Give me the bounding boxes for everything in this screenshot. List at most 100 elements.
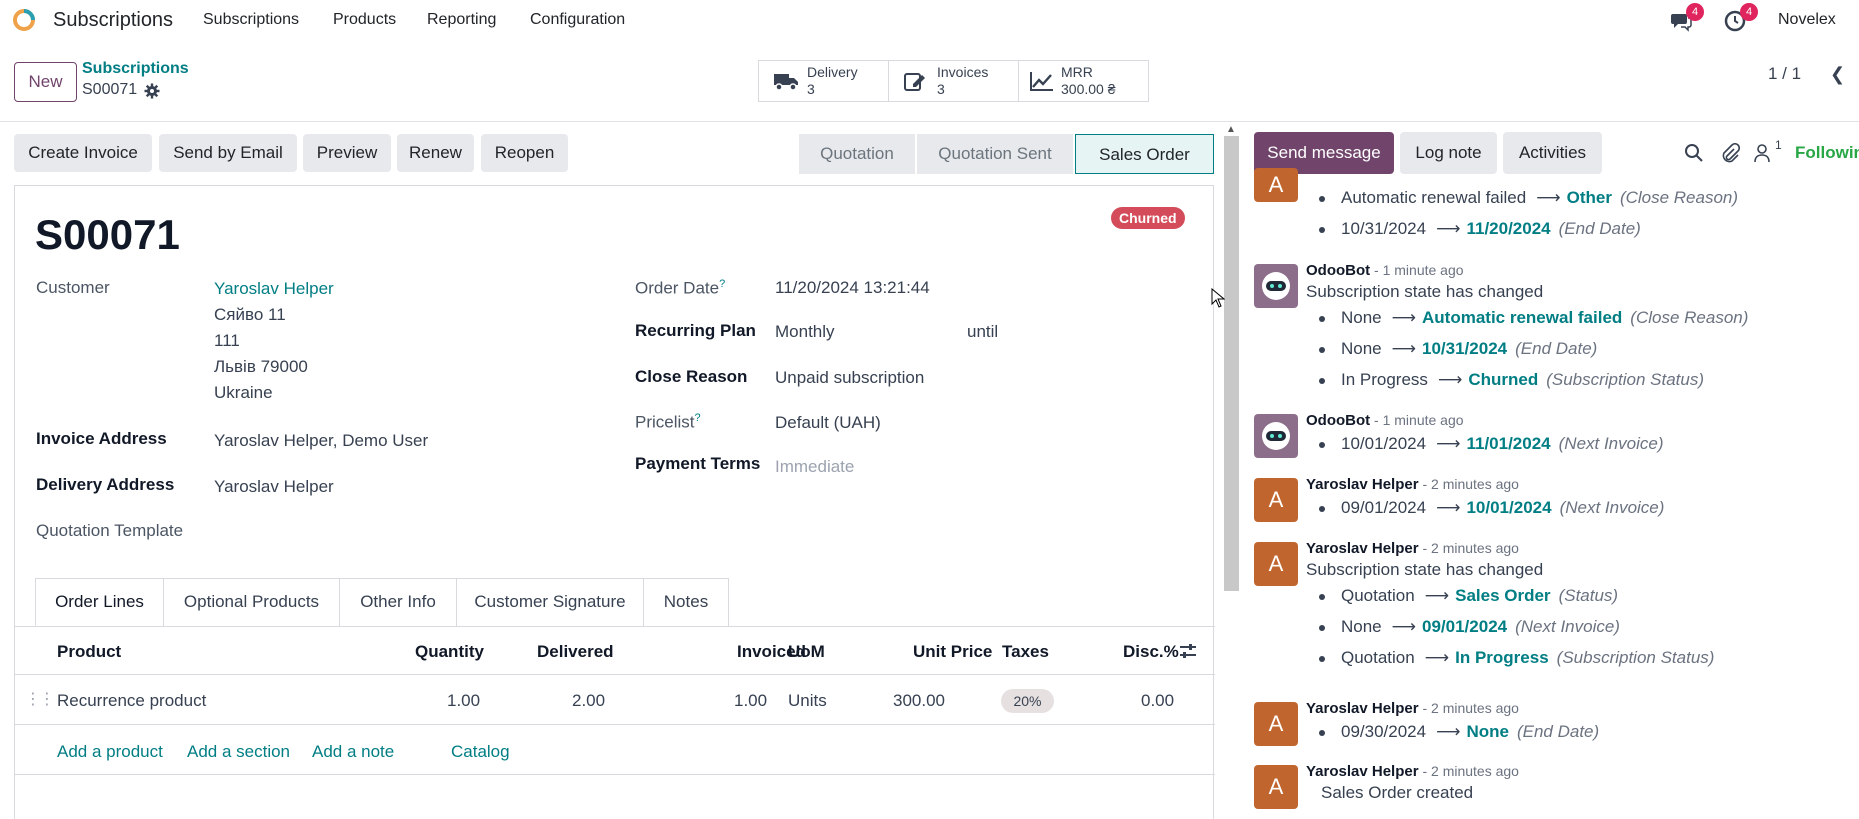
message-timestamp: - 2 minutes ago [1418, 476, 1519, 492]
menu-configuration[interactable]: Configuration [530, 11, 625, 29]
renew-button[interactable]: Renew [397, 134, 474, 172]
search-icon[interactable] [1684, 143, 1704, 163]
row-product[interactable]: Recurrence product [57, 691, 206, 711]
message-author[interactable]: Yaroslav Helper - 2 minutes ago [1306, 700, 1519, 717]
stage-quotation-sent[interactable]: Quotation Sent [917, 134, 1073, 174]
pager-value[interactable]: 1 / 1 [1768, 64, 1801, 84]
top-navbar: Subscriptions Subscriptions Products Rep… [0, 0, 1859, 42]
col-product[interactable]: Product [57, 642, 121, 662]
new-button[interactable]: New [14, 62, 77, 102]
catalog-link[interactable]: Catalog [451, 742, 510, 762]
following-toggle[interactable]: Following [1795, 143, 1859, 163]
pager-previous-icon[interactable]: ❮ [1830, 64, 1845, 85]
gear-icon[interactable] [144, 83, 160, 99]
user-avatar[interactable]: A [1254, 478, 1298, 522]
row-invoiced: 1.00 [734, 691, 768, 710]
tab-order-lines[interactable]: Order Lines [35, 578, 164, 626]
breadcrumb-current: S00071 [82, 81, 138, 98]
log-note-button[interactable]: Log note [1400, 132, 1497, 174]
tracking-change: None ⟶ Automatic renewal failed (Close Reas… [1319, 308, 1748, 328]
preview-button[interactable]: Preview [303, 134, 391, 172]
invoice-address-label: Invoice Address [36, 429, 167, 448]
delivery-smart-button[interactable]: Delivery 3 [758, 60, 889, 102]
col-taxes[interactable]: Taxes [1002, 642, 1049, 662]
pricelist-help-icon[interactable]: ? [695, 412, 701, 424]
app-name[interactable]: Subscriptions [53, 9, 173, 32]
invoice-address-field[interactable]: Yaroslav Helper, Demo User [214, 431, 428, 451]
row-quantity[interactable]: 1.00 [447, 691, 480, 711]
user-avatar[interactable]: A [1254, 542, 1298, 586]
mrr-smart-button[interactable]: MRR 300.00 ₴ [1018, 60, 1149, 102]
order-date-help-icon[interactable]: ? [719, 278, 725, 290]
recurring-plan-field[interactable]: Monthly [775, 322, 835, 342]
row-delivered[interactable]: 2.00 [572, 691, 605, 711]
activities-button[interactable]: Activities [1503, 132, 1602, 174]
tracking-change: None ⟶ 10/31/2024 (End Date) [1319, 339, 1597, 359]
add-section-link[interactable]: Add a section [187, 742, 290, 762]
message-author[interactable]: Yaroslav Helper - 2 minutes ago [1306, 476, 1519, 493]
menu-reporting[interactable]: Reporting [427, 11, 496, 29]
tracking-change: Quotation ⟶ In Progress (Subscription Statu… [1319, 648, 1714, 668]
message-author[interactable]: Yaroslav Helper - 2 minutes ago [1306, 763, 1519, 780]
followers-icon[interactable] [1754, 143, 1774, 163]
stage-sales-order[interactable]: Sales Order [1075, 134, 1214, 174]
col-delivered[interactable]: Delivered [537, 642, 614, 662]
status-badge: Churned [1111, 207, 1185, 229]
col-disc[interactable]: Disc.% [1123, 642, 1179, 662]
paperclip-icon[interactable] [1720, 143, 1740, 163]
menu-products[interactable]: Products [333, 11, 396, 29]
invoices-smart-button[interactable]: Invoices 3 [888, 60, 1019, 102]
tab-notes[interactable]: Notes [643, 578, 729, 626]
col-unit-price[interactable]: Unit Price [913, 642, 992, 662]
tab-optional-products[interactable]: Optional Products [163, 578, 340, 626]
col-uom[interactable]: UoM [788, 642, 825, 662]
odoo-logo-icon[interactable] [12, 8, 36, 32]
send-by-email-button[interactable]: Send by Email [159, 134, 297, 172]
message-author[interactable]: OdooBot - 1 minute ago [1306, 412, 1464, 429]
close-reason-field[interactable]: Unpaid subscription [775, 368, 924, 388]
user-avatar[interactable]: A [1254, 702, 1298, 746]
tracking-change: In Progress ⟶ Churned (Subscription Status) [1319, 370, 1704, 390]
order-date-field[interactable]: 11/20/2024 13:21:44 [775, 278, 930, 298]
customer-country: Ukraine [214, 383, 273, 402]
row-uom[interactable]: Units [788, 691, 827, 711]
odoobot-avatar[interactable] [1254, 264, 1298, 308]
payment-terms-field[interactable]: Immediate [775, 457, 854, 477]
optional-columns-icon[interactable] [1179, 642, 1197, 660]
arrow-right-icon: ⟶ [1436, 498, 1461, 517]
customer-street: Сяйво 11 [214, 305, 286, 324]
quotation-template-label: Quotation Template [36, 521, 184, 540]
add-product-link[interactable]: Add a product [57, 742, 163, 762]
pricelist-field[interactable]: Default (UAH) [775, 413, 881, 433]
customer-street2: 111 [214, 331, 240, 350]
menu-subscriptions[interactable]: Subscriptions [203, 11, 299, 29]
user-avatar[interactable]: A [1254, 765, 1298, 809]
message-timestamp: - 1 minute ago [1370, 262, 1464, 278]
message-body: Subscription state has changed [1306, 282, 1544, 301]
scroll-up-arrow-icon[interactable]: ▲ [1226, 124, 1236, 135]
message-timestamp: - 2 minutes ago [1418, 763, 1519, 779]
tab-customer-signature[interactable]: Customer Signature [456, 578, 644, 626]
reopen-button[interactable]: Reopen [481, 134, 568, 172]
message-author[interactable]: Yaroslav Helper - 2 minutes ago [1306, 540, 1519, 557]
drag-handle-icon[interactable]: ⋮⋮ [25, 689, 55, 709]
breadcrumb-parent[interactable]: Subscriptions [82, 60, 189, 78]
stage-quotation[interactable]: Quotation [799, 134, 915, 174]
user-avatar[interactable]: A [1254, 168, 1298, 202]
payment-terms-label: Payment Terms [635, 454, 761, 473]
form-scrollbar[interactable] [1224, 136, 1239, 591]
message-body: Sales Order created [1321, 783, 1474, 802]
tab-other-info[interactable]: Other Info [339, 578, 457, 626]
message-author[interactable]: OdooBot - 1 minute ago [1306, 262, 1464, 279]
add-note-link[interactable]: Add a note [312, 742, 394, 762]
arrow-right-icon: ⟶ [1391, 308, 1417, 327]
row-unit-price[interactable]: 300.00 [893, 691, 945, 711]
customer-name-link[interactable]: Yaroslav Helper [214, 279, 334, 299]
company-switcher[interactable]: Novelex [1778, 11, 1836, 29]
delivery-address-field[interactable]: Yaroslav Helper [214, 477, 334, 497]
odoobot-avatar[interactable] [1254, 414, 1298, 458]
row-tax-badge[interactable]: 20% [1001, 689, 1054, 713]
row-disc[interactable]: 0.00 [1141, 691, 1174, 711]
create-invoice-button[interactable]: Create Invoice [14, 134, 152, 172]
col-quantity[interactable]: Quantity [415, 642, 484, 662]
